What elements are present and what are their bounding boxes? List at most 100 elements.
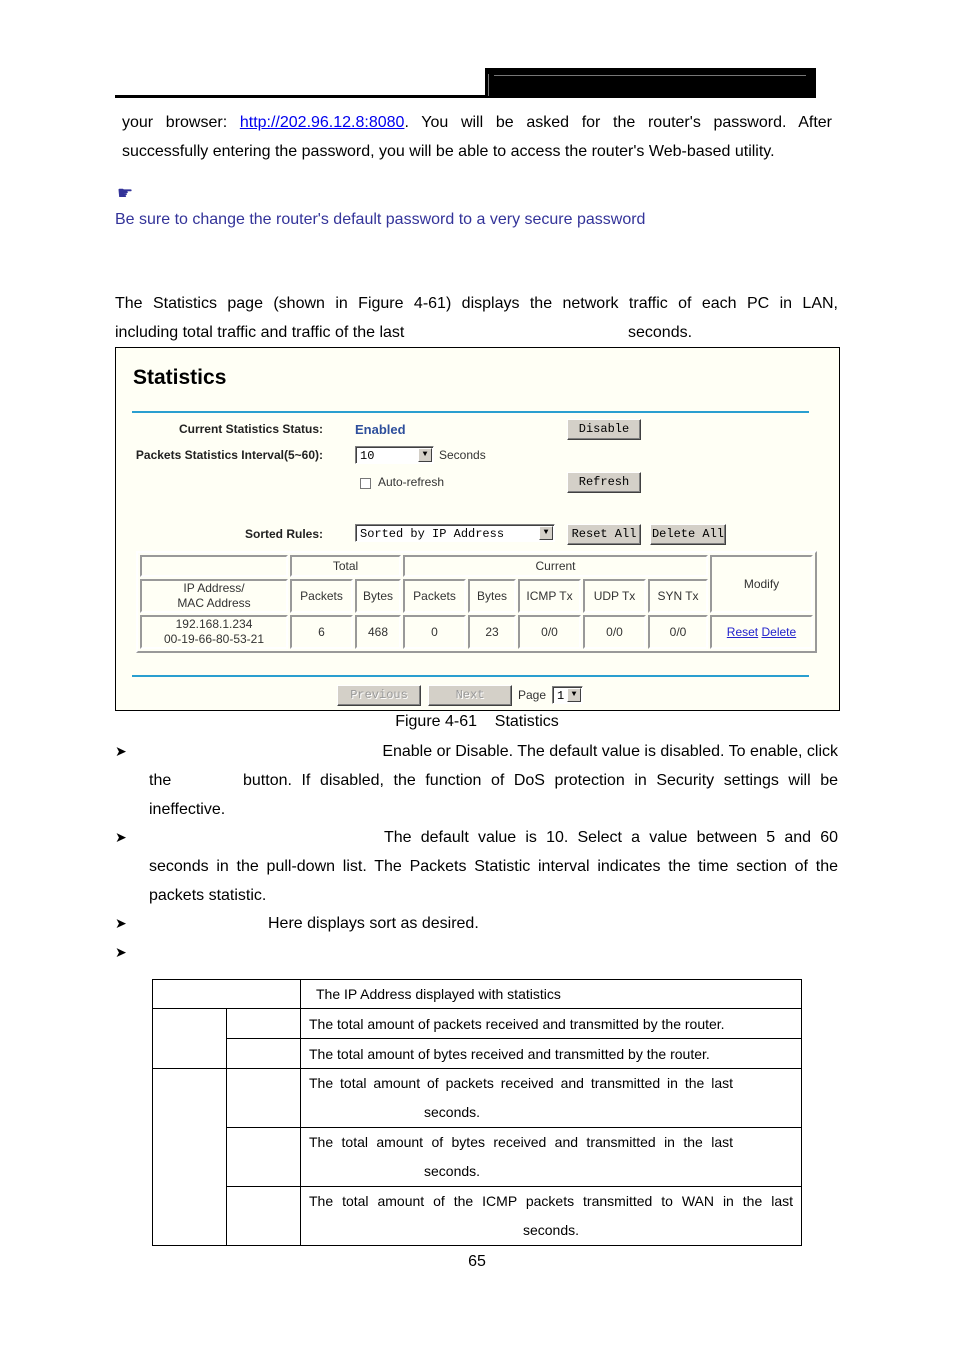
status-value: Enabled (355, 422, 406, 437)
auto-refresh-label: Auto-refresh (378, 475, 445, 489)
mac-address: 00-19-66-80-53-21 (163, 632, 265, 646)
ip-header-text: IP Address/ (183, 581, 245, 595)
column-header: Bytes (468, 579, 516, 613)
auto-refresh-checkbox[interactable] (360, 478, 371, 489)
current-packets-cell: 0 (403, 615, 466, 649)
disable-button[interactable]: Disable (567, 419, 641, 440)
interval-unit: Seconds (439, 448, 486, 462)
bullet-2-line-2: seconds in the pull-down list. The Packe… (149, 858, 838, 875)
column-header: Bytes (355, 579, 401, 613)
total-bytes-cell: 468 (355, 615, 401, 649)
page-select[interactable]: 1 ▼ (552, 686, 583, 704)
chevron-down-icon[interactable]: ▼ (418, 448, 432, 462)
title-divider (132, 411, 809, 413)
desc-text-cell: The total amount of bytes received and t… (300, 1127, 802, 1187)
desc-text-cell: The IP Address displayed with statistics (300, 979, 802, 1009)
desc-text-line: seconds. (424, 1104, 481, 1120)
desc-text-cell: The total amount of packets received and… (300, 1008, 802, 1039)
header-rule (115, 95, 487, 98)
desc-text-cell: The total amount of bytes received and t… (300, 1038, 802, 1069)
refresh-button[interactable]: Refresh (567, 472, 641, 493)
section-line-2-prefix: including total traffic and traffic of t… (115, 324, 405, 341)
sorted-rules-label: Sorted Rules: (244, 527, 323, 541)
footer-divider (132, 675, 809, 677)
desc-row: The total amount of packets received and… (152, 1008, 802, 1069)
header-bar-inner-line (494, 75, 806, 76)
sorted-rules-value: Sorted by IP Address (360, 527, 505, 541)
intro-text: your browser: (122, 114, 240, 131)
mac-header-text: MAC Address (177, 596, 251, 610)
bullet-1-line-1: Enable or Disable. The default value is … (382, 743, 838, 760)
desc-text-line: The total amount of packets received and… (309, 1075, 733, 1091)
chevron-down-icon[interactable]: ▼ (539, 526, 553, 540)
current-bytes-cell: 23 (468, 615, 516, 649)
previous-button[interactable]: Previous (337, 685, 421, 706)
intro-line-2: successfully entering the password, you … (122, 143, 775, 160)
description-table: The IP Address displayed with statistics… (152, 979, 802, 1246)
desc-text-line: seconds. (522, 1222, 580, 1238)
section-line-1: The Statistics page (shown in Figure 4-6… (115, 295, 838, 312)
page-title: Statistics (133, 366, 227, 389)
note-text: Be sure to change the router's default p… (115, 211, 646, 228)
intro-line-1: your browser: http://202.96.12.8:8080. Y… (122, 108, 832, 137)
bullet-2-line-3: packets statistic. (149, 887, 267, 904)
interval-label: Packets Statistics Interval(5~60): (135, 448, 323, 462)
arrow-bullet-icon: ➤ (115, 944, 127, 960)
desc-term-cell (226, 1186, 301, 1246)
bullet-2-line-1: The default value is 10. Select a value … (384, 829, 838, 846)
desc-text-line: The total amount of bytes received and t… (309, 1134, 733, 1150)
total-packets-cell: 6 (290, 615, 353, 649)
udp-tx-cell: 0/0 (583, 615, 646, 649)
modify-header: Modify (710, 555, 813, 613)
bullet-1-line-3: ineffective. (149, 801, 226, 818)
figure-caption: Figure 4-61 Statistics (395, 713, 559, 730)
header-bar (485, 68, 816, 98)
arrow-bullet-icon: ➤ (115, 915, 127, 931)
ip-mac-cell: 192.168.1.234 00-19-66-80-53-21 (140, 615, 288, 649)
sorted-rules-select[interactable]: Sorted by IP Address ▼ (355, 524, 555, 542)
ip-address: 192.168.1.234 (175, 617, 253, 631)
statistics-figure: Statistics Current Statistics Status: En… (115, 347, 840, 711)
syn-tx-cell: 0/0 (648, 615, 708, 649)
intro-text: . You will be asked for the router's pas… (404, 114, 833, 131)
delete-all-button[interactable]: Delete All (650, 524, 726, 545)
desc-row: The total amount of bytes received and t… (153, 1127, 802, 1187)
interval-select-value: 10 (360, 449, 375, 463)
desc-group-cell (152, 1068, 227, 1246)
desc-text-line: seconds. (424, 1163, 481, 1179)
desc-term-cell (152, 979, 301, 1009)
empty-header-cell (140, 555, 288, 577)
desc-term-cell (226, 1127, 301, 1187)
desc-group-cell (152, 1008, 227, 1069)
next-button[interactable]: Next (428, 685, 512, 706)
group-total-header: Total (290, 555, 401, 577)
desc-row: The total amount of packets received and… (152, 1068, 802, 1246)
icmp-tx-cell: 0/0 (518, 615, 581, 649)
desc-term-cell (226, 1038, 301, 1069)
page-label: Page (518, 688, 547, 702)
column-header: Packets (403, 579, 466, 613)
header-bar-inner-line (488, 74, 489, 96)
bullet-3-line-1: Here displays sort as desired. (268, 915, 479, 932)
desc-text-cell: The total amount of packets received and… (300, 1068, 802, 1128)
status-label: Current Statistics Status: (178, 422, 323, 436)
desc-row: The total amount of the ICMP packets tra… (153, 1186, 802, 1246)
desc-term-cell (226, 1068, 301, 1128)
interval-select[interactable]: 10 ▼ (355, 446, 434, 464)
router-url-link[interactable]: http://202.96.12.8:8080 (240, 114, 405, 131)
desc-row: The IP Address displayed with statistics (152, 979, 802, 1009)
reset-link[interactable]: Reset (727, 625, 758, 639)
arrow-bullet-icon: ➤ (115, 743, 127, 759)
page-number: 65 (468, 1253, 486, 1270)
bullet-1-line-2-prefix: the (149, 772, 172, 789)
modify-cell: Reset Delete (710, 615, 813, 649)
column-header: Packets (290, 579, 353, 613)
delete-link[interactable]: Delete (762, 625, 797, 639)
reset-all-button[interactable]: Reset All (567, 524, 641, 545)
ip-mac-header: IP Address/MAC Address (140, 579, 288, 613)
arrow-bullet-icon: ➤ (115, 829, 127, 845)
chevron-down-icon[interactable]: ▼ (567, 688, 581, 702)
column-header: ICMP Tx (518, 579, 581, 613)
page-select-value: 1 (557, 689, 565, 703)
statistics-table: Total Current Modify IP Address/MAC Addr… (136, 551, 817, 653)
